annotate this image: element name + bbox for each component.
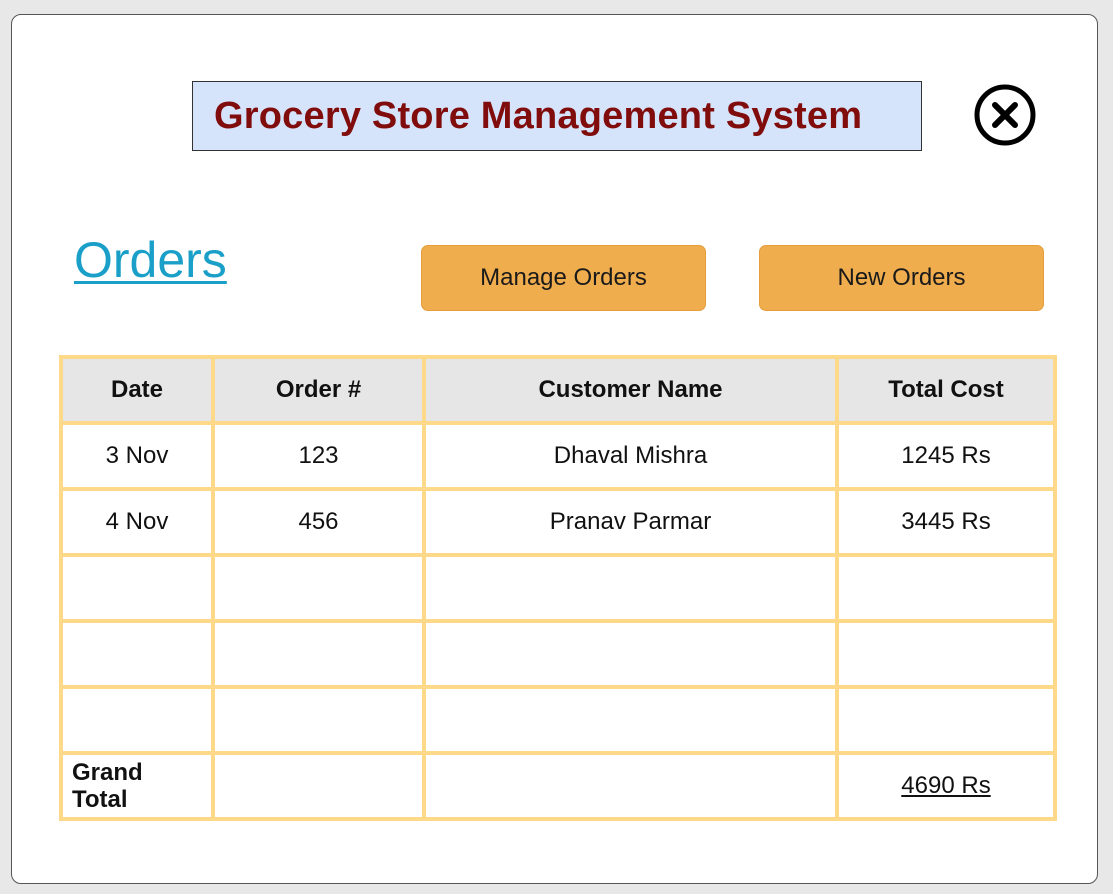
cell-order-number <box>211 685 426 755</box>
cell-order-number: 123 <box>211 421 426 491</box>
cell-customer-name <box>422 685 839 755</box>
cell-date <box>59 619 215 689</box>
grand-total-label-line1: Grand <box>72 759 143 786</box>
table-row <box>59 685 1057 755</box>
table-row <box>59 619 1057 689</box>
table-row[interactable]: 3 Nov 123 Dhaval Mishra 1245 Rs <box>59 421 1057 491</box>
grand-total-label-line2: Total <box>72 786 128 813</box>
column-header-order-number: Order # <box>211 355 426 425</box>
orders-table: Date Order # Customer Name Total Cost 3 … <box>59 355 1057 821</box>
cell-total-cost <box>835 553 1057 623</box>
grand-total-empty-cell <box>422 751 839 821</box>
close-circle-x-icon <box>974 84 1036 146</box>
table-row[interactable]: 4 Nov 456 Pranav Parmar 3445 Rs <box>59 487 1057 557</box>
app-title: Grocery Store Management System <box>214 94 863 137</box>
cell-date <box>59 685 215 755</box>
cell-total-cost <box>835 685 1057 755</box>
cell-customer-name: Dhaval Mishra <box>422 421 839 491</box>
column-header-customer-name: Customer Name <box>422 355 839 425</box>
manage-orders-button[interactable]: Manage Orders <box>421 245 706 311</box>
grand-total-value-cell: 4690 Rs <box>835 751 1057 821</box>
cell-order-number <box>211 619 426 689</box>
table-header-row: Date Order # Customer Name Total Cost <box>59 355 1057 425</box>
cell-date: 4 Nov <box>59 487 215 557</box>
column-header-total-cost: Total Cost <box>835 355 1057 425</box>
cell-total-cost: 3445 Rs <box>835 487 1057 557</box>
title-banner: Grocery Store Management System <box>192 81 922 151</box>
grand-total-empty-cell <box>211 751 426 821</box>
dialog-window: Grocery Store Management System Orders M… <box>11 14 1098 884</box>
cell-customer-name <box>422 553 839 623</box>
cell-date: 3 Nov <box>59 421 215 491</box>
cell-customer-name: Pranav Parmar <box>422 487 839 557</box>
cell-customer-name <box>422 619 839 689</box>
grand-total-value[interactable]: 4690 Rs <box>901 772 990 799</box>
table-row <box>59 553 1057 623</box>
cell-order-number <box>211 553 426 623</box>
orders-link[interactable]: Orders <box>74 231 227 289</box>
cell-order-number: 456 <box>211 487 426 557</box>
cell-total-cost <box>835 619 1057 689</box>
close-button[interactable] <box>974 84 1036 146</box>
grand-total-label: Grand Total <box>59 751 215 821</box>
cell-total-cost: 1245 Rs <box>835 421 1057 491</box>
grand-total-row: Grand Total 4690 Rs <box>59 751 1057 821</box>
new-orders-button[interactable]: New Orders <box>759 245 1044 311</box>
cell-date <box>59 553 215 623</box>
column-header-date: Date <box>59 355 215 425</box>
